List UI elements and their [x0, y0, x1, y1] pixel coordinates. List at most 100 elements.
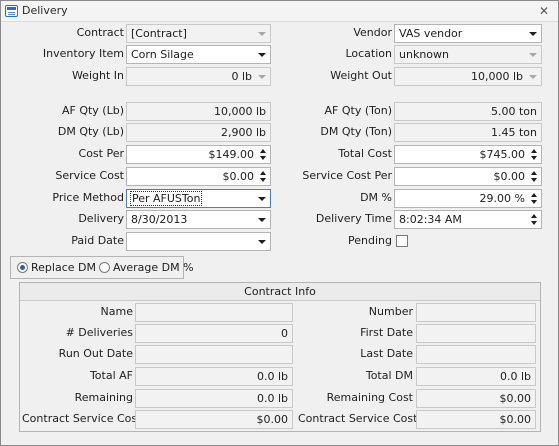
chevron-down-icon — [529, 32, 537, 36]
delivery-time-label: Delivery Time — [315, 212, 392, 225]
inventory-item-dropdown[interactable]: Corn Silage — [126, 45, 271, 64]
ci-remaining-cost-label: Remaining Cost — [326, 391, 413, 404]
ci-service-cost-field: $0.00 — [135, 410, 293, 429]
chevron-down-icon — [258, 240, 266, 244]
location-dropdown[interactable]: unknown — [394, 45, 542, 64]
spin-up-icon[interactable] — [260, 149, 266, 153]
total-cost-value: $745.00 — [479, 148, 526, 161]
cost-per-label: Cost Per — [78, 147, 124, 160]
ci-first-date-label: First Date — [360, 326, 413, 339]
spin-down-icon[interactable] — [260, 178, 266, 182]
ci-remaining-value: 0.0 lb — [256, 392, 288, 405]
spin-up-icon[interactable] — [531, 214, 537, 218]
chevron-down-icon — [529, 75, 537, 79]
service-cost-per-label: Service Cost Per — [302, 169, 392, 182]
spin-up-icon[interactable] — [531, 193, 537, 197]
af-qty-ton-label: AF Qty (Ton) — [324, 104, 392, 117]
vendor-dropdown[interactable]: VAS vendor — [394, 24, 542, 43]
window-title: Delivery — [22, 4, 68, 17]
ci-deliveries-value: 0 — [281, 327, 288, 340]
delivery-window: Delivery ✕ Contract [Contract] Vendor VA… — [0, 0, 559, 446]
pending-checkbox[interactable] — [396, 235, 408, 247]
total-cost-label: Total Cost — [338, 147, 392, 160]
close-button[interactable]: ✕ — [536, 3, 552, 19]
price-method-label: Price Method — [52, 191, 124, 204]
chevron-down-icon — [258, 218, 266, 222]
service-cost-per-spinner[interactable]: $0.00 — [394, 167, 542, 186]
af-qty-ton-value: 5.00 ton — [490, 105, 537, 118]
ci-name-label: Name — [100, 305, 133, 318]
total-cost-spinner[interactable]: $745.00 — [394, 145, 542, 164]
delivery-time-value: 8:02:34 AM — [399, 213, 462, 226]
weight-in-label: Weight In — [71, 69, 124, 82]
spin-up-icon[interactable] — [531, 149, 537, 153]
dm-pct-label: DM % — [360, 191, 392, 204]
ci-remaining-cost-value: $0.00 — [499, 392, 532, 405]
ci-remaining-field: 0.0 lb — [135, 389, 293, 408]
spin-up-icon[interactable] — [260, 171, 266, 175]
ci-first-date-field — [416, 324, 536, 343]
ci-last-date-field — [416, 345, 536, 364]
ci-total-dm-value: 0.0 lb — [499, 370, 531, 383]
dm-qty-ton-value: 1.45 ton — [490, 126, 537, 139]
ci-number-label: Number — [368, 305, 413, 318]
delivery-date-value: 8/30/2013 — [131, 213, 188, 226]
location-value: unknown — [399, 48, 449, 61]
inventory-item-value: Corn Silage — [131, 48, 194, 61]
spin-up-icon[interactable] — [531, 171, 537, 175]
form-icon — [5, 5, 18, 17]
ci-remaining-cost-field: $0.00 — [416, 389, 536, 408]
ci-total-af-label: Total AF — [89, 369, 133, 382]
location-label: Location — [345, 47, 392, 60]
spin-down-icon[interactable] — [531, 156, 537, 160]
dm-pct-value: 29.00 % — [479, 192, 525, 205]
vendor-label: Vendor — [353, 26, 392, 39]
ci-total-af-field: 0.0 lb — [135, 367, 293, 386]
contract-dropdown[interactable]: [Contract] — [126, 24, 271, 43]
average-dm-label: Average DM % — [113, 261, 194, 274]
paid-date-picker[interactable] — [126, 232, 271, 251]
ci-name-field — [135, 303, 293, 322]
af-qty-lb-value: 10,000 lb — [213, 105, 266, 118]
service-cost-spinner[interactable]: $0.00 — [126, 167, 271, 186]
af-qty-ton-field: 5.00 ton — [394, 102, 542, 121]
ci-service-cost-per-value: $0.00 — [499, 413, 532, 426]
delivery-time-spinner[interactable]: 8:02:34 AM — [394, 210, 542, 229]
dm-qty-lb-label: DM Qty (Lb) — [57, 125, 124, 138]
weight-in-field[interactable]: 0 lb — [126, 67, 271, 86]
spin-down-icon[interactable] — [531, 178, 537, 182]
replace-dm-radio[interactable]: Replace DM % — [17, 257, 110, 278]
delivery-label: Delivery — [78, 212, 124, 225]
dm-qty-ton-label: DM Qty (Ton) — [320, 125, 392, 138]
paid-date-label: Paid Date — [71, 234, 124, 247]
ci-service-cost-label: Contract Service Cost — [22, 412, 142, 425]
ci-total-af-value: 0.0 lb — [256, 370, 288, 383]
ci-total-dm-field: 0.0 lb — [416, 367, 536, 386]
delivery-date-picker[interactable]: 8/30/2013 — [126, 210, 271, 229]
dm-qty-ton-field: 1.45 ton — [394, 123, 542, 142]
spin-down-icon[interactable] — [260, 156, 266, 160]
af-qty-lb-field: 10,000 lb — [126, 102, 271, 121]
vendor-value: VAS vendor — [399, 27, 463, 40]
spin-down-icon[interactable] — [531, 200, 537, 204]
ci-total-dm-label: Total DM — [365, 369, 413, 382]
af-qty-lb-label: AF Qty (Lb) — [61, 104, 124, 117]
contract-info-group: Contract Info Name Number # Deliveries 0… — [19, 282, 541, 432]
cost-per-spinner[interactable]: $149.00 — [126, 145, 271, 164]
cost-per-value: $149.00 — [208, 148, 255, 161]
dm-pct-spinner[interactable]: 29.00 % — [394, 189, 542, 208]
contract-value: [Contract] — [131, 27, 187, 40]
ci-deliveries-field: 0 — [135, 324, 293, 343]
dm-mode-radio-group: Replace DM % Average DM % — [10, 256, 194, 279]
spin-down-icon[interactable] — [531, 221, 537, 225]
weight-out-value: 10,000 lb — [470, 70, 523, 83]
weight-out-label: Weight Out — [330, 69, 392, 82]
ci-deliveries-label: # Deliveries — [65, 326, 133, 339]
average-dm-radio[interactable]: Average DM % — [99, 257, 194, 278]
dm-qty-lb-field: 2,900 lb — [126, 123, 271, 142]
ci-service-cost-per-field: $0.00 — [416, 410, 536, 429]
dm-qty-lb-value: 2,900 lb — [220, 126, 266, 139]
price-method-dropdown[interactable]: Per AFUSTon — [126, 189, 271, 208]
weight-out-field[interactable]: 10,000 lb — [394, 67, 542, 86]
ci-remaining-label: Remaining — [74, 391, 133, 404]
